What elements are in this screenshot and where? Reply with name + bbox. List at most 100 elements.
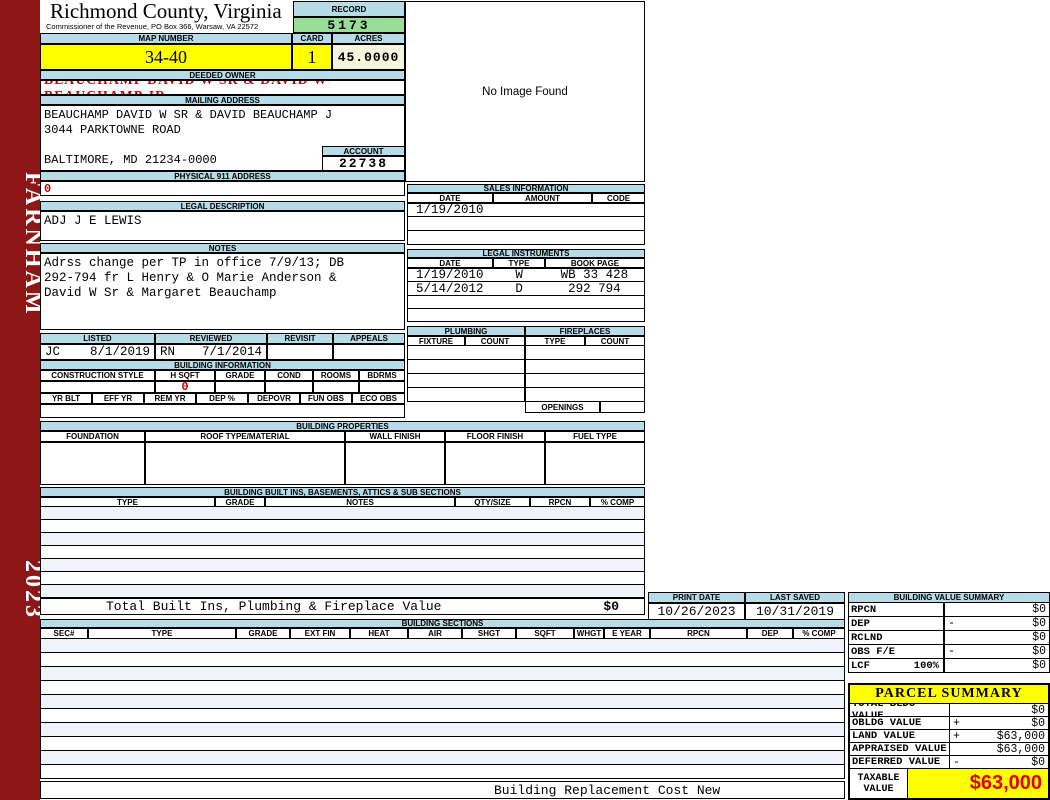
floor-finish-value [445,442,545,485]
sales-row: 1/19/2010 [407,203,645,217]
county-title: Richmond County, Virginia [50,0,282,23]
eff-yr-label: EFF YR [92,393,144,404]
bs-rpcn-label: RPCN [650,628,747,639]
plumbing-fireplaces-rows [407,346,645,402]
building-replacement-row: Building Replacement Cost New [40,781,845,799]
taxable-value-row: TAXABLE VALUE $63,000 [850,769,1048,798]
map-header-row: MAP NUMBER CARD ACRES [40,33,405,44]
ps-name: OBLDG VALUE [850,717,950,730]
building-information-label: BUILDING INFORMATION [40,360,405,370]
ps-row-total-bldg: TOTAL BLDG VALUE $0 [850,704,1048,717]
revisit-label: REVISIT [267,333,333,344]
print-date-value: 10/26/2023 [648,603,745,620]
bs-comp-label: % COMP [793,628,845,639]
legal-instruments-label: LEGAL INSTRUMENTS [407,249,645,258]
legal-instrument-row: 5/14/2012 D 292 794 [407,282,645,296]
bi-rpcn-label: RPCN [530,497,590,507]
account-label: ACCOUNT [322,146,405,156]
map-value-row: 34-40 1 45.0000 [40,44,405,70]
sales-date-value: 1/19/2010 [416,203,484,217]
last-saved-label: LAST SAVED [745,592,845,603]
sales-header-row: DATE AMOUNT CODE [407,193,645,203]
bvs-value-cell: - $0 [944,645,1050,659]
roof-type-label: ROOF TYPE/MATERIAL [145,431,345,442]
empty-row [40,765,845,779]
bvs-lcf-pct: 100% [913,659,939,672]
empty-row [40,723,845,737]
bdrms-value [359,381,405,393]
listed-date: 8/1/2019 [89,345,150,359]
ps-value-cell: - $0 [950,756,1048,769]
ps-value: $0 [1031,717,1045,730]
legal-description-value: ADJ J E LEWIS [40,211,405,241]
ps-row-obldg: OBLDG VALUE + $0 [850,717,1048,730]
ps-name: DEFERRED VALUE [850,756,950,769]
empty-row [40,585,645,598]
district-sidebar: FARNHAM 2023 [0,0,46,800]
bvs-row-dep: DEP - $0 [848,617,1050,631]
building-info-header-row-1: CONSTRUCTION STYLE H SQFT GRADE COND ROO… [40,370,405,381]
building-info-value-row-1: 0 [40,381,405,393]
deeded-owner-value: BEAUCHAMP DAVID W SR & DAVID W BEAUCHAMP… [40,80,405,95]
sales-date-label: DATE [407,193,493,203]
notes-box: Adrss change per TP in office 7/9/13; DB… [40,253,405,330]
built-ins-header-row: TYPE GRADE NOTES QTY/SIZE RPCN % COMP [40,497,645,507]
hsqft-value: 0 [155,381,215,393]
ps-op: + [953,717,960,730]
county-header: Richmond County, Virginia Commissioner o… [40,0,293,33]
empty-row [40,751,845,765]
review-header-row: LISTED REVIEWED REVISIT APPEALS [40,333,405,344]
listed-label: LISTED [40,333,155,344]
construction-style-value [40,381,155,393]
reviewed-label: REVIEWED [155,333,267,344]
empty-row [407,388,525,402]
ps-value: $0 [1031,756,1045,769]
grade-label: GRADE [215,370,265,381]
bs-grade-label: GRADE [236,628,290,639]
bvs-value-cell: - $0 [944,617,1050,631]
legal-description-label: LEGAL DESCRIPTION [40,201,405,211]
li-bookpage: WB 33 428 [560,268,629,282]
building-properties-header-row: FOUNDATION ROOF TYPE/MATERIAL WALL FINIS… [40,431,645,442]
mailing-line-4: BALTIMORE, MD 21234-0000 [44,153,217,167]
ps-value-cell: $0 [950,704,1048,717]
photo-panel: No Image Found [405,1,645,182]
built-ins-total-value: $0 [603,599,619,614]
plumbing-fireplaces-labels: PLUMBING FIREPLACES [407,326,645,336]
li-type: D [515,282,523,296]
empty-row [40,653,845,667]
cond-label: COND [265,370,313,381]
empty-row [40,639,845,653]
bvs-name: DEP [848,617,944,631]
li-type: W [515,268,523,282]
building-value-summary-rows: RPCN $0 DEP - $0 RCLND $0 OBS F/E - $0 LC [848,603,1050,673]
taxable-label-line2: VALUE [863,783,894,795]
openings-row: OPENINGS [525,402,645,413]
property-record-card: FARNHAM 2023 Richmond County, Virginia C… [0,0,1050,800]
empty-row [407,231,645,245]
print-date-label: PRINT DATE [648,592,745,603]
depovr-label: DEPOVR [248,393,300,404]
empty-row [40,709,845,723]
map-number-label: MAP NUMBER [40,33,292,44]
ps-value-cell: $63,000 [950,743,1048,756]
record-label: RECORD [293,1,405,17]
bvs-row-lcf: LCF 100% $0 [848,659,1050,673]
fuel-type-label: FUEL TYPE [545,431,645,442]
ps-row-deferred: DEFERRED VALUE - $0 [850,756,1048,769]
li-date: 5/14/2012 [416,282,484,296]
rooms-value [313,381,359,393]
bvs-value-cell: $0 [944,603,1050,617]
bi-comp-label: % COMP [590,497,645,507]
legal-instrument-row: 1/19/2010 W WB 33 428 [407,268,645,282]
empty-row [40,559,645,572]
openings-value [600,402,645,413]
bs-air-label: AIR [408,628,462,639]
account-value: 22738 [322,156,405,171]
appeals-label: APPEALS [333,333,405,344]
ps-op: + [953,730,960,743]
built-ins-rows [40,507,645,598]
fixture-label: FIXTURE [407,336,465,346]
empty-row [407,360,525,374]
fireplace-count-label: COUNT [585,336,645,346]
